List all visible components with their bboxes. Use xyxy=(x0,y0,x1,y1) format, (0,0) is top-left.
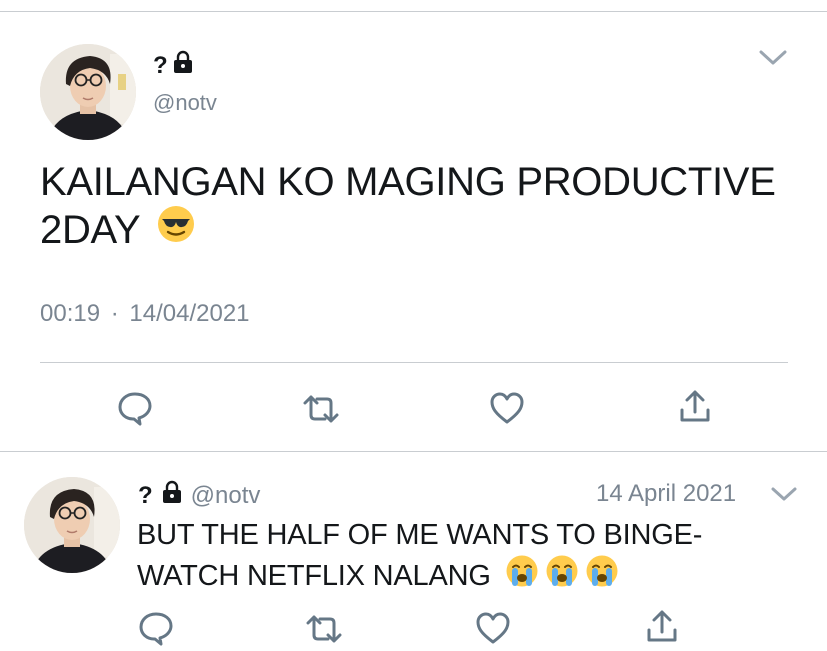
reply-text-line-2: WATCH NETFLIX NALANG xyxy=(137,554,702,598)
heart-icon[interactable] xyxy=(489,391,525,430)
actions-divider xyxy=(40,362,788,363)
tweet-separator xyxy=(0,451,827,452)
reply-text-line: WATCH NETFLIX NALANG xyxy=(137,560,491,592)
reply-text: BUT THE HALF OF ME WANTS TO BINGE- WATCH… xyxy=(137,516,702,598)
share-icon[interactable] xyxy=(678,388,712,429)
lock-icon xyxy=(161,480,183,511)
crying-emoji xyxy=(505,554,539,598)
reply-date[interactable]: 14 April 2021 xyxy=(596,480,736,508)
chevron-down-icon[interactable] xyxy=(770,485,798,503)
username-handle[interactable]: @notv xyxy=(153,90,217,116)
display-name[interactable]: ? xyxy=(153,50,194,81)
username-handle[interactable]: @notv xyxy=(191,482,261,510)
retweet-icon[interactable] xyxy=(305,612,343,651)
tweet-text-line: KAILANGAN KO MAGING PRODUCTIVE 2DAY xyxy=(40,160,776,252)
retweet-icon[interactable] xyxy=(302,392,340,431)
reply-header: ? @notv xyxy=(138,480,260,511)
display-name-text: ? xyxy=(153,51,168,79)
tweet-date: 14/04/2021 xyxy=(129,300,250,327)
crying-emoji xyxy=(545,554,579,598)
avatar[interactable] xyxy=(24,477,120,573)
top-divider xyxy=(0,11,827,12)
heart-icon[interactable] xyxy=(475,611,511,650)
reply-text-line: BUT THE HALF OF ME WANTS TO BINGE- xyxy=(137,519,703,551)
sunglasses-emoji xyxy=(156,204,196,255)
lock-icon xyxy=(172,50,194,81)
crying-emoji xyxy=(585,554,619,598)
reply-icon[interactable] xyxy=(138,610,174,651)
timestamp-separator: · xyxy=(110,300,119,327)
display-name-text[interactable]: ? xyxy=(138,482,153,510)
tweet-text: KAILANGAN KO MAGING PRODUCTIVE 2DAY xyxy=(40,158,800,255)
reply-icon[interactable] xyxy=(117,390,153,431)
tweet-time: 00:19 xyxy=(40,300,101,327)
tweet-timestamp[interactable]: 00:19 · 14/04/2021 xyxy=(40,300,250,328)
chevron-down-icon[interactable] xyxy=(758,48,788,68)
avatar[interactable] xyxy=(40,44,136,140)
